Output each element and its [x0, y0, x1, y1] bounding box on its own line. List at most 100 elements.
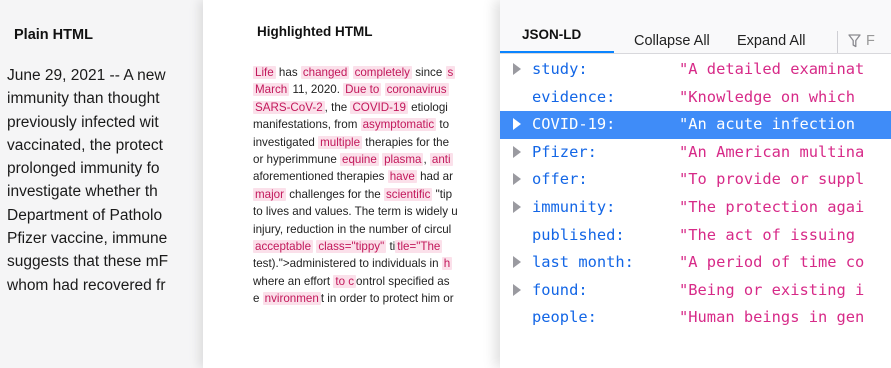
highlighted-term[interactable]: equine: [340, 152, 379, 166]
highlighted-line: test).">administered to individuals in h: [253, 255, 503, 272]
json-row[interactable]: offer: "To provide or suppl: [500, 166, 891, 194]
highlighted-line: investigated multiple therapies for the: [253, 134, 503, 151]
json-key: offer:: [532, 170, 588, 189]
plain-text-segment: to lives and values. The term is widely …: [253, 205, 458, 219]
json-key: published:: [532, 225, 625, 244]
json-value: "A period of time co: [679, 253, 865, 272]
plain-text-segment: since: [411, 66, 446, 79]
highlighted-term[interactable]: March: [253, 83, 290, 97]
plain-html-title: Plain HTML: [14, 27, 93, 43]
plain-text-segment: ti: [386, 239, 396, 253]
highlighted-term[interactable]: class="tippy": [316, 239, 387, 253]
json-row[interactable]: study: "A detailed examinat: [500, 56, 891, 84]
json-key: people:: [532, 308, 597, 327]
expand-all-button[interactable]: Expand All: [737, 33, 806, 49]
plain-text-segment: challenges for the: [286, 187, 384, 201]
triangle-right-icon[interactable]: [513, 63, 521, 75]
plain-line: immunity than thought: [7, 90, 160, 108]
collapse-all-button[interactable]: Collapse All: [634, 33, 710, 49]
plain-text-segment: aforementioned therapies: [253, 170, 388, 184]
highlighted-line: acceptable class="tippy" ti tle="The: [253, 238, 503, 255]
highlighted-term[interactable]: multiple: [318, 135, 363, 149]
plain-text-segment: e: [253, 292, 263, 306]
plain-text-segment: investigated: [253, 135, 319, 149]
plain-text-segment: to: [436, 118, 450, 132]
highlighted-term[interactable]: COVID-19: [350, 100, 408, 114]
plain-text-segment: had ar: [416, 170, 453, 184]
plain-text-segment: or hyperimmune: [253, 152, 340, 166]
highlighted-line: to lives and values. The term is widely …: [253, 203, 503, 220]
json-row[interactable]: Pfizer: "An American multina: [500, 139, 891, 167]
highlighted-term[interactable]: acceptable: [253, 239, 314, 253]
highlighted-term[interactable]: asymptomatic: [360, 118, 437, 132]
plain-line: prolonged immunity fo: [7, 160, 160, 178]
plain-text-segment: etiologi: [407, 100, 448, 114]
highlighted-term[interactable]: major: [253, 187, 286, 201]
highlighted-term[interactable]: plasma: [382, 152, 424, 166]
plain-line: previously infected wit: [7, 113, 159, 131]
json-key: study:: [532, 60, 588, 78]
json-row[interactable]: published: "The act of issuing: [500, 222, 891, 250]
highlighted-line: SARS-CoV-2, the COVID-19 etiologi: [253, 99, 503, 116]
highlighted-term[interactable]: changed: [300, 66, 350, 79]
plain-text-segment: has: [275, 66, 301, 79]
json-value: "The protection agai: [679, 197, 865, 216]
filter-input[interactable]: F: [866, 33, 875, 49]
triangle-right-icon[interactable]: [513, 118, 521, 131]
highlighted-line: March 11, 2020. Due to coronavirus: [253, 81, 503, 98]
filter-icon[interactable]: [848, 34, 861, 48]
plain-text-segment: ontrol specified as: [356, 274, 450, 288]
plain-line: Department of Patholo: [7, 206, 163, 224]
json-value: "Knowledge on which: [679, 87, 856, 106]
plain-line: vaccinated, the protect: [7, 136, 163, 154]
json-value: "The act of issuing: [679, 225, 856, 244]
toolbar-divider: [837, 31, 838, 53]
highlighted-term[interactable]: Due to: [343, 83, 382, 97]
highlighted-term[interactable]: nvironmen: [262, 292, 321, 306]
tab-json-ld-label: JSON-LD: [522, 27, 582, 42]
json-ld-viewer: JSON-LD Collapse All Expand All F study:…: [500, 0, 891, 368]
highlighted-term[interactable]: SARS-CoV-2: [253, 100, 325, 114]
highlighted-html-title: Highlighted HTML: [257, 24, 373, 39]
highlighted-term[interactable]: h: [441, 257, 453, 271]
plain-text-segment: 11, 2020.: [289, 83, 344, 97]
json-key: found:: [532, 280, 588, 299]
highlighted-term[interactable]: scientific: [383, 187, 433, 201]
tab-json-ld[interactable]: JSON-LD: [500, 0, 614, 53]
json-key: Pfizer:: [532, 142, 597, 161]
json-value: "To provide or suppl: [679, 170, 865, 189]
json-key: immunity:: [532, 197, 616, 216]
plain-line: June 29, 2021 -- A new: [7, 67, 166, 84]
triangle-right-icon[interactable]: [513, 283, 521, 296]
highlighted-line: aforementioned therapies have had ar: [253, 168, 503, 185]
json-row[interactable]: evidence: "Knowledge on which: [500, 84, 891, 112]
highlighted-term[interactable]: anti: [429, 152, 453, 166]
json-row[interactable]: people: "Human beings in gen: [500, 304, 891, 332]
triangle-right-icon[interactable]: [513, 200, 521, 213]
highlighted-term[interactable]: coronavirus: [384, 83, 449, 97]
triangle-right-icon[interactable]: [513, 145, 521, 158]
highlighted-html-text: Life has changed completely since s March…: [253, 64, 503, 307]
triangle-right-icon[interactable]: [513, 173, 521, 186]
plain-line: suggests that these mF: [7, 253, 169, 271]
highlighted-line: where an effort to c ontrol specified as: [253, 273, 503, 290]
json-value: "A detailed examinat: [679, 60, 865, 78]
highlighted-term[interactable]: tle="The: [395, 239, 443, 253]
highlighted-term[interactable]: Life: [253, 66, 276, 79]
json-row[interactable]: found: "Being or existing i: [500, 277, 891, 305]
highlighted-term[interactable]: s: [445, 66, 456, 79]
highlighted-line: or hyperimmune equine plasma, anti: [253, 151, 503, 168]
json-row[interactable]: last month: "A period of time co: [500, 249, 891, 277]
triangle-right-icon[interactable]: [513, 256, 521, 269]
json-value: "An acute infection: [679, 115, 856, 134]
json-row[interactable]: immunity: "The protection agai: [500, 194, 891, 222]
json-toolbar: JSON-LD Collapse All Expand All F: [500, 0, 891, 54]
highlighted-term[interactable]: to c: [333, 274, 357, 288]
highlighted-line: injury, reduction in the number of circu…: [253, 221, 503, 238]
highlighted-term[interactable]: completely: [352, 66, 412, 79]
json-row[interactable]: COVID-19: "An acute infection: [500, 111, 891, 139]
plain-text-segment: manifestations, from: [253, 118, 361, 132]
plain-text-segment: where an effort: [253, 274, 334, 288]
highlighted-term[interactable]: have: [387, 170, 417, 184]
highlighted-line: manifestations, from asymptomatic to: [253, 116, 503, 133]
